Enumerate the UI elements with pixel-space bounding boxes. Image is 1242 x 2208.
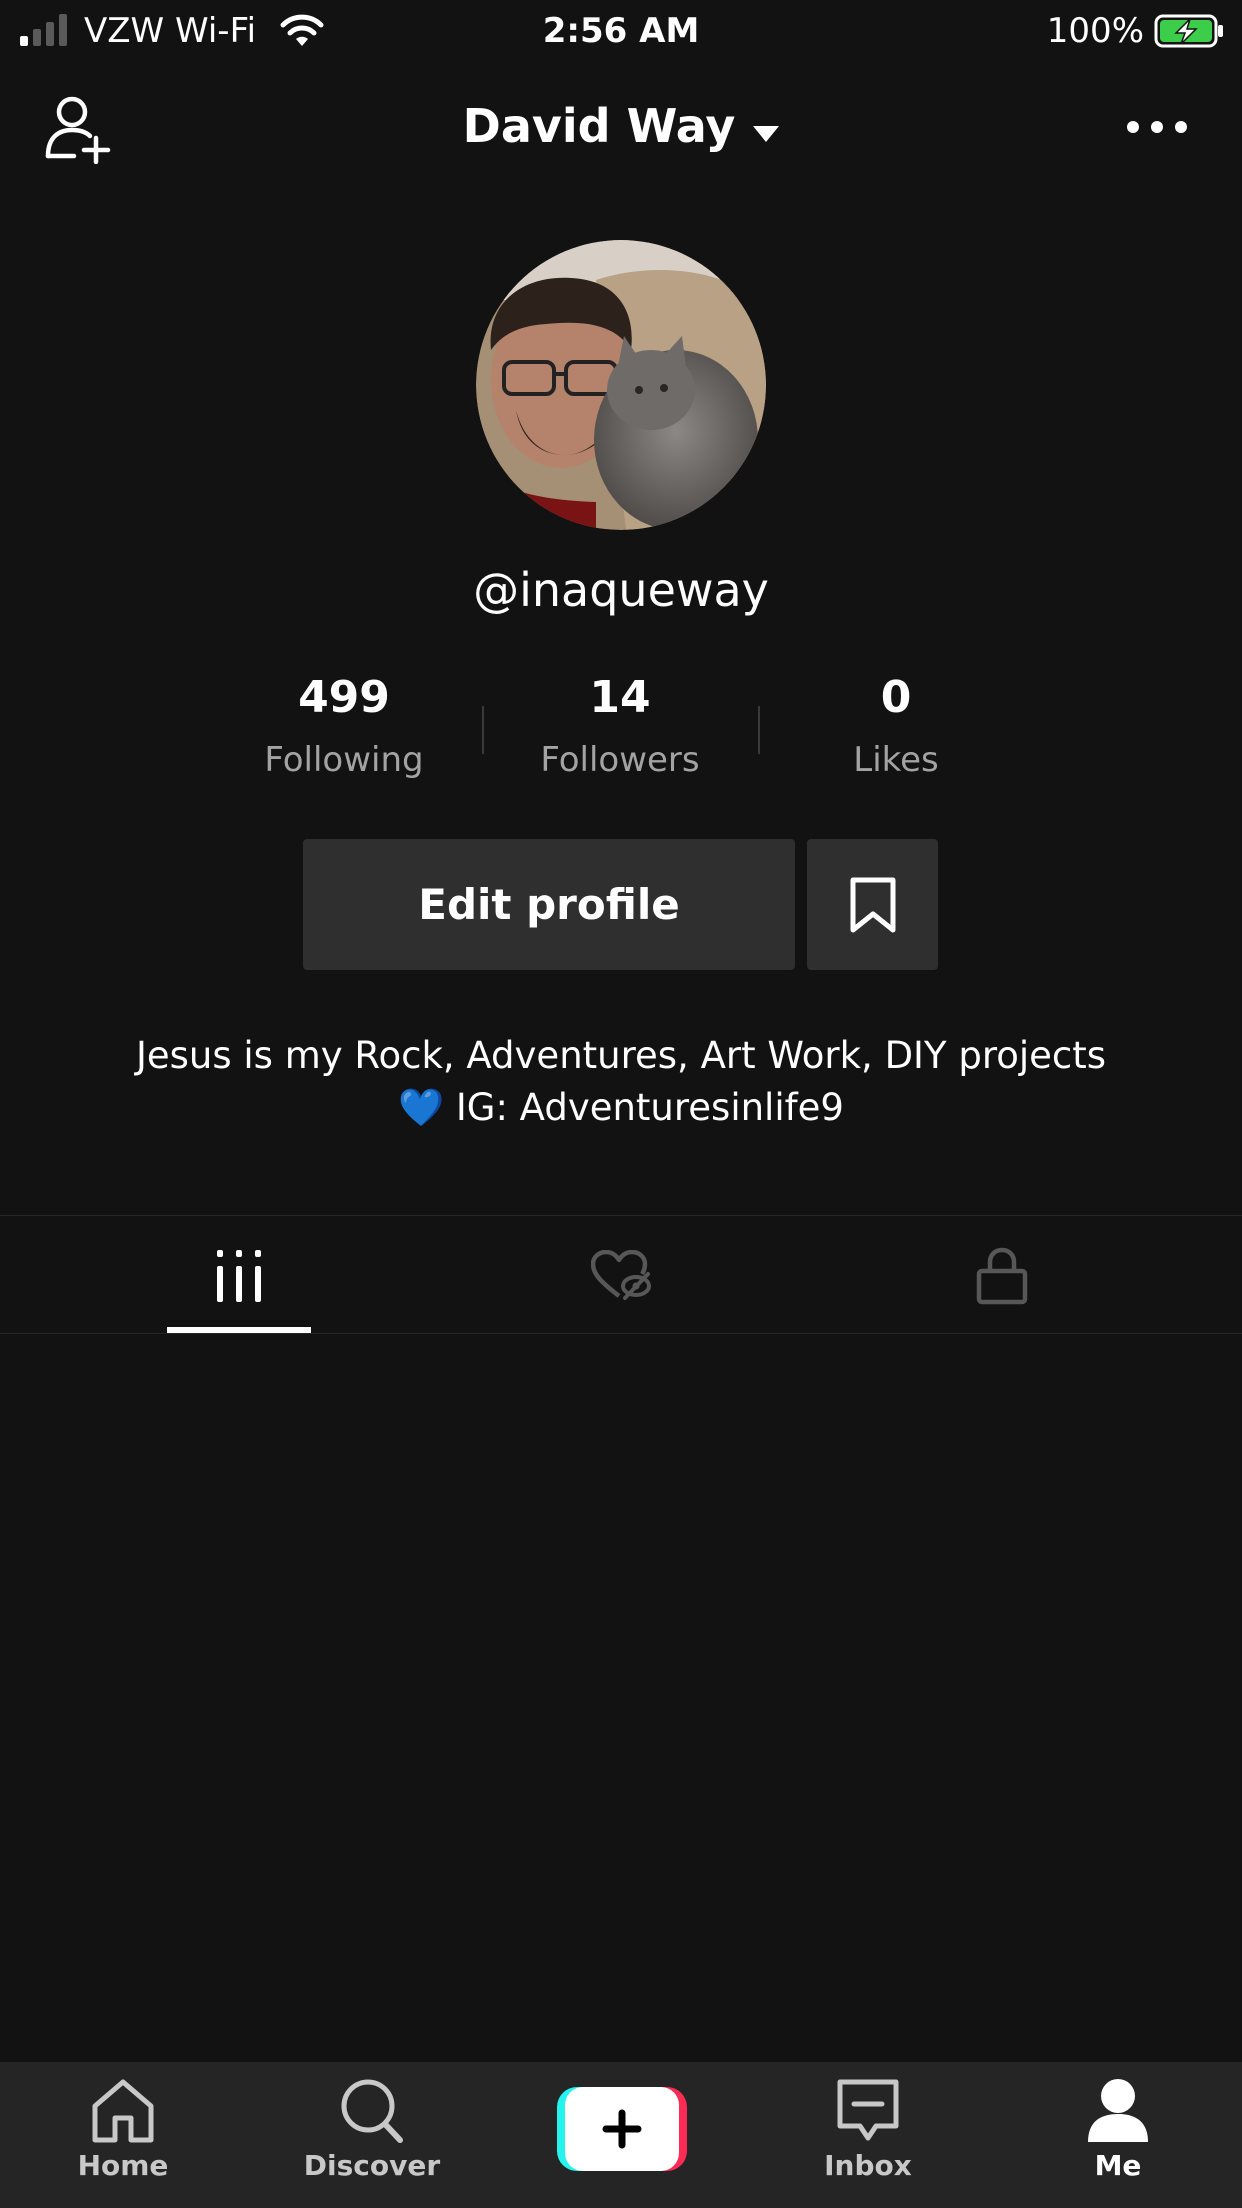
home-icon — [92, 2079, 154, 2143]
more-options-icon[interactable] — [1124, 112, 1190, 142]
likes-stat[interactable]: 0 Likes — [758, 670, 1034, 782]
bookmark-icon — [850, 877, 895, 932]
inbox-icon — [837, 2079, 899, 2141]
following-count: 499 — [298, 672, 390, 723]
bio-line: 💙 IG: Adventuresinlife9 — [398, 1086, 844, 1129]
favorites-button[interactable] — [807, 839, 938, 970]
caret-down-icon — [753, 125, 780, 142]
nav-label: Inbox — [824, 2149, 912, 2182]
following-label: Following — [264, 740, 424, 780]
tab-videos[interactable] — [167, 1218, 311, 1333]
likes-count: 0 — [880, 672, 912, 723]
nav-label: Discover — [303, 2149, 441, 2182]
lock-icon — [976, 1247, 1028, 1304]
likes-label: Likes — [853, 740, 939, 780]
search-icon — [341, 2079, 403, 2143]
tab-liked[interactable] — [571, 1218, 671, 1333]
nav-label: Me — [1094, 2149, 1142, 2182]
tab-private[interactable] — [952, 1218, 1052, 1333]
avatar[interactable] — [476, 240, 766, 530]
nav-me[interactable]: Me — [1018, 2076, 1218, 2184]
videos-grid-icon — [217, 1249, 261, 1302]
edit-profile-button[interactable]: Edit profile — [303, 839, 795, 970]
username: @inaqueway — [473, 563, 769, 617]
nav-discover[interactable]: Discover — [272, 2076, 472, 2184]
account-switcher[interactable]: David Way — [0, 98, 1242, 154]
divider — [0, 1215, 1242, 1216]
nav-home[interactable]: Home — [23, 2076, 223, 2184]
liked-hidden-icon — [591, 1249, 651, 1300]
status-bar: VZW Wi-Fi 2:56 AM 100% — [0, 0, 1242, 62]
followers-stat[interactable]: 14 Followers — [482, 670, 758, 782]
battery-percent: 100% — [1046, 11, 1144, 51]
bio-line: Jesus is my Rock, Adventures, Art Work, … — [135, 1034, 1107, 1077]
page-title: David Way — [462, 99, 736, 153]
create-video-button[interactable] — [557, 2087, 687, 2171]
person-icon — [1088, 2079, 1148, 2142]
following-stat[interactable]: 499 Following — [206, 670, 482, 782]
bio: Jesus is my Rock, Adventures, Art Work, … — [60, 1030, 1182, 1134]
followers-label: Followers — [540, 740, 700, 780]
followers-count: 14 — [589, 672, 651, 723]
nav-label: Home — [77, 2149, 169, 2182]
nav-inbox[interactable]: Inbox — [768, 2076, 968, 2184]
battery-charging-icon — [1154, 14, 1223, 48]
divider — [0, 1333, 1242, 1334]
